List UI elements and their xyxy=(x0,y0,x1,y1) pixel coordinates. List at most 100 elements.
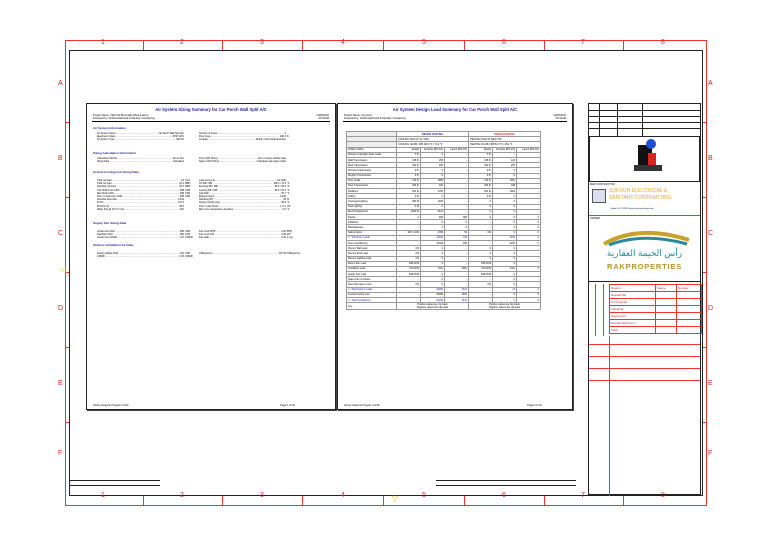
grid-column-label: 2 xyxy=(180,39,184,46)
grid-tick xyxy=(222,496,223,506)
field-label: Fan static xyxy=(199,236,280,239)
load-table: DESIGN COOLING DESIGN HEATING COOLING DAT… xyxy=(346,130,541,311)
field-unit xyxy=(184,208,193,211)
owner-arabic-name: رأس الخيمة العقارية xyxy=(606,248,683,258)
field-row: CFM/person107.08CFM/person xyxy=(199,252,300,255)
grid-row-label: B xyxy=(58,155,63,162)
section-title: Outdoor Ventilation Air Data xyxy=(93,243,134,247)
field-row: Actual max CFM/ft²1.97CFM/ft² xyxy=(97,236,193,239)
grid-column-label: 3 xyxy=(260,39,264,46)
field-value: Dubai, United Arab Emirates xyxy=(255,138,286,142)
key-text: Negative values are htg loads xyxy=(416,306,449,310)
grid-row-label: D xyxy=(708,305,714,312)
field-label: Sizing Data xyxy=(97,160,172,163)
grid-column-label: 6 xyxy=(502,39,506,46)
header-rule xyxy=(343,120,567,122)
grid-column-label: 7 xyxy=(581,492,585,499)
field-label: Water flow @ 10.0 °F rise xyxy=(97,208,179,211)
field-unit xyxy=(184,160,193,163)
field-label: CFM/person xyxy=(199,252,278,255)
field-unit xyxy=(286,160,295,163)
rooms-header: Number xyxy=(676,284,702,292)
rooms-row: Goverment xyxy=(609,312,702,320)
consultant-logo xyxy=(589,136,700,182)
grid-tick xyxy=(544,40,545,50)
field-label: Actual max CFM/ft² xyxy=(97,236,178,239)
contractor-name: SUFOOH ELECTRICAL & SANITARY CONTRACTING xyxy=(609,188,672,202)
field-label: Location xyxy=(199,138,255,141)
field-unit: in wg xyxy=(287,236,293,240)
grid-tick xyxy=(302,40,303,50)
grid-column-label: 3 xyxy=(260,492,264,499)
grid-row-label: A xyxy=(58,80,63,87)
grid-tick xyxy=(143,40,144,50)
grid-tick xyxy=(464,496,465,506)
room-number xyxy=(676,305,702,313)
footer-program: Hourly Analysis Program v4.90 xyxy=(93,404,129,407)
grid-column-label: 4 xyxy=(341,39,345,46)
grid-column-label: 5 xyxy=(422,492,426,499)
owner-section: OWNER رأس الخيمة العقارية RAKPROPERTIES xyxy=(589,216,700,282)
key-label: Key: xyxy=(346,302,397,311)
rak-wave-logo xyxy=(603,230,690,246)
grid-row-label: E xyxy=(58,380,63,387)
grid-tick xyxy=(703,347,707,348)
field-unit: CFM/ft² xyxy=(185,255,193,259)
room-number xyxy=(676,319,702,327)
grid-tick xyxy=(143,496,144,506)
room-number xyxy=(676,298,702,306)
grid-row-label: F xyxy=(708,450,713,457)
room-space xyxy=(654,291,678,299)
grid-row-label: A xyxy=(708,80,713,87)
room-type: Commercial xyxy=(609,298,656,306)
grid-tick xyxy=(65,122,69,123)
grid-column-label: 7 xyxy=(581,39,585,46)
rooms-row: Total xyxy=(609,326,702,334)
room-space xyxy=(654,319,678,327)
grid-tick xyxy=(623,40,624,50)
rooms-table: Rooms Space Number Residential Commercial Ind… xyxy=(609,284,702,334)
grid-row-label: D xyxy=(58,305,64,312)
field-row: Water flow @ 10.0 °F riseN/A xyxy=(97,208,193,211)
footer-page: Page 1 of 19 xyxy=(280,404,295,407)
field-row: CFM/ft²0.33CFM/ft² xyxy=(97,255,193,258)
rooms-row: Industrial xyxy=(609,305,702,313)
field-row: LocationDubai, United Arab Emirates xyxy=(199,138,295,141)
field-unit: CFM/ft² xyxy=(185,236,193,240)
grid-tick xyxy=(703,272,707,273)
grid-row-label: B xyxy=(708,155,713,162)
owner-label: OWNER xyxy=(590,217,600,220)
room-space xyxy=(654,312,678,320)
key-cooling: Positive values are clg loads Negative va… xyxy=(396,302,469,311)
marker-left-icon: ◁ xyxy=(60,265,67,274)
grid-column-label: 1 xyxy=(101,39,105,46)
field-row: Space CFM SizingIndividual peak space lo… xyxy=(199,160,295,163)
contractor-name-line1: SUFOOH ELECTRICAL & xyxy=(609,188,668,194)
grid-tick xyxy=(383,40,384,50)
contractor-contact: Mobile: 050 775 3452 Email: sufooh.elec@… xyxy=(611,208,654,210)
footer-program: Hourly Analysis Program v4.90 xyxy=(344,404,380,407)
field-unit xyxy=(286,138,295,141)
room-type: Goverment xyxy=(609,312,656,320)
section-title: Air System Information xyxy=(93,126,127,130)
room-space xyxy=(654,305,678,313)
section-title: Central Cooling Coil Sizing Data xyxy=(93,170,139,174)
field-row: Sizing DataCalculated xyxy=(97,160,193,163)
key-heating: Positive values are htg loads Negative va… xyxy=(468,302,541,311)
rooms-row: Residential/Comm. xyxy=(609,319,702,327)
field-value: 107.08 xyxy=(278,252,286,255)
field-row: Air System TypeSZCAV xyxy=(97,138,193,141)
grid-column-label: 2 xyxy=(180,492,184,499)
room-type: Industrial xyxy=(609,305,656,313)
grid-row-label: E xyxy=(708,380,713,387)
grid-column-label: 4 xyxy=(341,492,345,499)
room-type: Residential xyxy=(609,291,656,299)
section-title: Supply Fan Sizing Data xyxy=(93,221,127,225)
grid-tick xyxy=(222,40,223,50)
field-label: Space CFM Sizing xyxy=(199,160,256,163)
key-text: Negative values are clg loads xyxy=(488,306,521,310)
room-type: Residential/Comm. xyxy=(609,319,656,327)
room-space xyxy=(654,326,678,334)
room-space xyxy=(654,298,678,306)
field-label: CFM/ft² xyxy=(97,255,178,258)
